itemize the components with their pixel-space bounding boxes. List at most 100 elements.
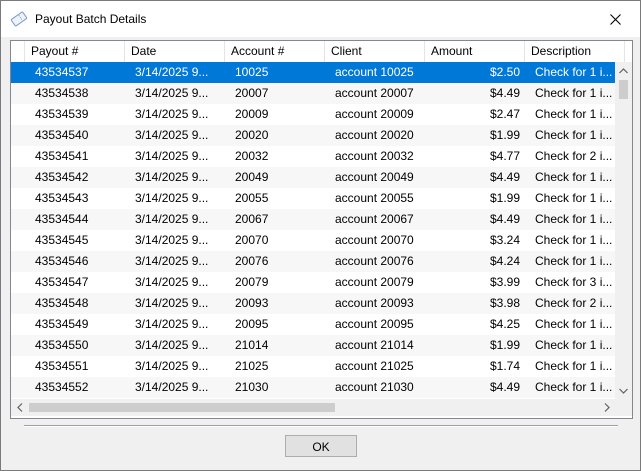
- cell-description: Check for 1 i...: [535, 65, 613, 79]
- table-row[interactable]: 43534546 3/14/2025 9... 20076 account 20076…: [11, 251, 615, 272]
- cell-client: account 20070: [335, 233, 414, 247]
- cell-date: 3/14/2025 9...: [135, 149, 209, 163]
- cell-date: 3/14/2025 9...: [135, 296, 209, 310]
- cell-amount: $4.49: [489, 380, 520, 394]
- cell-account: 21014: [235, 338, 269, 352]
- chevron-down-icon: [619, 388, 628, 394]
- cell-amount: $3.24: [489, 233, 520, 247]
- cell-account: 20095: [235, 317, 269, 331]
- cell-client: account 20032: [335, 149, 414, 163]
- cell-date: 3/14/2025 9...: [135, 212, 209, 226]
- scroll-right-button[interactable]: [598, 399, 615, 416]
- table-row[interactable]: 43534544 3/14/2025 9... 20067 account 20067…: [11, 209, 615, 230]
- cell-account: 20093: [235, 296, 269, 310]
- table-row[interactable]: 43534550 3/14/2025 9... 21014 account 21014…: [11, 335, 615, 356]
- payout-batch-details-dialog: Payout Batch Details Payout # Date Accou…: [0, 0, 641, 471]
- divider: [24, 425, 618, 427]
- vertical-scroll-thumb[interactable]: [619, 80, 628, 99]
- cell-amount: $2.50: [489, 65, 520, 79]
- window-title: Payout Batch Details: [35, 12, 147, 26]
- column-header-payout[interactable]: Payout #: [25, 41, 125, 62]
- cell-amount: $2.47: [489, 107, 520, 121]
- cell-payout: 43534546: [35, 254, 89, 268]
- cell-date: 3/14/2025 9...: [135, 254, 209, 268]
- cell-description: Check for 1 i...: [535, 233, 613, 247]
- column-header-date[interactable]: Date: [125, 41, 225, 62]
- cell-date: 3/14/2025 9...: [135, 233, 209, 247]
- title-bar[interactable]: Payout Batch Details: [1, 1, 640, 37]
- scroll-left-button[interactable]: [11, 399, 28, 416]
- cell-description: Check for 1 i...: [535, 107, 613, 121]
- cell-amount: $1.99: [489, 128, 520, 142]
- cell-amount: $4.25: [489, 317, 520, 331]
- table-row[interactable]: 43534541 3/14/2025 9... 20032 account 20032…: [11, 146, 615, 167]
- cell-payout: 43534544: [35, 212, 89, 226]
- cell-client: account 20009: [335, 107, 414, 121]
- scroll-down-button[interactable]: [615, 382, 632, 399]
- table-row[interactable]: 43534537 3/14/2025 9... 10025 account 10025…: [11, 62, 615, 83]
- payout-grid[interactable]: Payout # Date Account # Client Amount De…: [10, 40, 633, 419]
- horizontal-scrollbar[interactable]: [11, 399, 615, 416]
- cell-description: Check for 1 i...: [535, 86, 613, 100]
- column-header-client[interactable]: Client: [325, 41, 425, 62]
- scroll-up-button[interactable]: [615, 62, 632, 79]
- cell-date: 3/14/2025 9...: [135, 107, 209, 121]
- ok-button[interactable]: OK: [285, 435, 357, 457]
- scrollbar-corner: [615, 399, 632, 416]
- cell-amount: $1.74: [489, 359, 520, 373]
- cell-payout: 43534550: [35, 338, 89, 352]
- cell-payout: 43534547: [35, 275, 89, 289]
- cell-account: 10025: [235, 65, 269, 79]
- cell-amount: $4.77: [489, 149, 520, 163]
- cell-client: account 20055: [335, 191, 414, 205]
- table-row[interactable]: 43534542 3/14/2025 9... 20049 account 20049…: [11, 167, 615, 188]
- cell-payout: 43534543: [35, 191, 89, 205]
- table-row[interactable]: 43534552 3/14/2025 9... 21030 account 21030…: [11, 377, 615, 398]
- chevron-right-icon: [604, 403, 610, 412]
- grid-rows: 43534537 3/14/2025 9... 10025 account 10025…: [11, 62, 615, 399]
- cell-account: 20049: [235, 170, 269, 184]
- cell-description: Check for 1 i...: [535, 380, 613, 394]
- column-header-description[interactable]: Description: [525, 41, 625, 62]
- table-row[interactable]: 43534543 3/14/2025 9... 20055 account 20055…: [11, 188, 615, 209]
- cell-payout: 43534538: [35, 86, 89, 100]
- table-row[interactable]: 43534548 3/14/2025 9... 20093 account 20093…: [11, 293, 615, 314]
- table-row[interactable]: 43534547 3/14/2025 9... 20079 account 20079…: [11, 272, 615, 293]
- cell-client: account 20067: [335, 212, 414, 226]
- column-header-amount[interactable]: Amount: [425, 41, 525, 62]
- table-row[interactable]: 43534549 3/14/2025 9... 20095 account 20095…: [11, 314, 615, 335]
- column-header-account[interactable]: Account #: [225, 41, 325, 62]
- table-row[interactable]: 43534545 3/14/2025 9... 20070 account 20070…: [11, 230, 615, 251]
- cell-description: Check for 3 i...: [535, 275, 613, 289]
- cell-description: Check for 2 i...: [535, 296, 613, 310]
- row-header-corner: [11, 41, 25, 62]
- cell-client: account 20076: [335, 254, 414, 268]
- cell-description: Check for 1 i...: [535, 359, 613, 373]
- table-row[interactable]: 43534551 3/14/2025 9... 21025 account 21025…: [11, 356, 615, 377]
- cell-date: 3/14/2025 9...: [135, 86, 209, 100]
- cell-client: account 10025: [335, 65, 414, 79]
- cell-amount: $3.98: [489, 296, 520, 310]
- cell-amount: $4.49: [489, 86, 520, 100]
- cell-amount: $1.99: [489, 338, 520, 352]
- cell-description: Check for 1 i...: [535, 317, 613, 331]
- close-button[interactable]: [595, 4, 635, 34]
- cell-payout: 43534539: [35, 107, 89, 121]
- cell-description: Check for 1 i...: [535, 170, 613, 184]
- cell-payout: 43534545: [35, 233, 89, 247]
- table-row[interactable]: 43534540 3/14/2025 9... 20020 account 20020…: [11, 125, 615, 146]
- horizontal-scroll-thumb[interactable]: [29, 403, 335, 412]
- cell-date: 3/14/2025 9...: [135, 191, 209, 205]
- cell-date: 3/14/2025 9...: [135, 338, 209, 352]
- cell-amount: $4.49: [489, 170, 520, 184]
- cell-account: 21025: [235, 359, 269, 373]
- cell-account: 20055: [235, 191, 269, 205]
- table-row[interactable]: 43534538 3/14/2025 9... 20007 account 20007…: [11, 83, 615, 104]
- table-row[interactable]: 43534539 3/14/2025 9... 20009 account 20009…: [11, 104, 615, 125]
- cell-account: 20076: [235, 254, 269, 268]
- cell-account: 20067: [235, 212, 269, 226]
- cell-description: Check for 1 i...: [535, 338, 613, 352]
- cell-client: account 20079: [335, 275, 414, 289]
- close-icon: [609, 13, 621, 25]
- vertical-scrollbar[interactable]: [615, 62, 632, 399]
